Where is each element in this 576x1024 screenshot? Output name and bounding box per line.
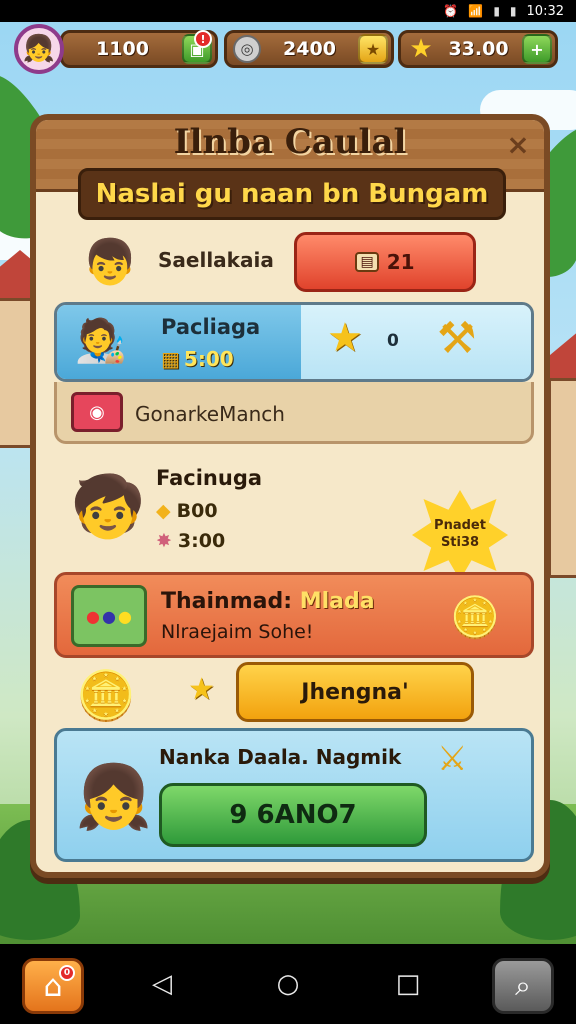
painter-character-icon: 🧑‍🎨: [74, 316, 128, 365]
treasure-chest-icon: ● ● ●: [71, 585, 147, 647]
reward-claim-button[interactable]: 9 6ANO7: [159, 783, 427, 847]
golden-sword-icon: ⚔: [437, 739, 468, 779]
boy-with-bag-character-icon: 🧒: [70, 471, 146, 542]
row3-title: Facinuga: [156, 466, 263, 490]
top-hud: 1100 ▣ ! ◎ 2400 ★ ★ 33.00 + 👧: [10, 24, 566, 74]
notification-badge: !: [194, 30, 212, 48]
row1-button[interactable]: ▤ 21: [294, 232, 476, 292]
add-resource-3-button[interactable]: +: [522, 34, 552, 64]
battery-icon: ▮: [509, 4, 517, 18]
panel-title: Ilnba Caulal: [173, 122, 407, 162]
recent-apps-button[interactable]: □: [388, 964, 428, 1004]
search-settings-button[interactable]: ⌕: [492, 958, 554, 1014]
status-time: 10:32: [526, 3, 564, 19]
add-resource-1-button[interactable]: ▣ !: [182, 30, 212, 64]
resource-1-value: 1100: [96, 38, 149, 60]
row3-value-2: ✸ 3:00: [156, 530, 226, 552]
add-resource-2-button[interactable]: ★: [358, 34, 388, 64]
ticket-icon: ▤: [355, 252, 379, 272]
subtitle-banner: Naslai gu naan bn Bungam: [78, 168, 506, 220]
home-button[interactable]: ⌂ 0: [22, 958, 84, 1014]
star-icon: ★: [365, 39, 381, 59]
row1-label: Saellakaia: [158, 248, 274, 272]
back-button[interactable]: ◁: [142, 964, 182, 1004]
gold-bars-icon: ▦: [161, 347, 180, 371]
system-home-button[interactable]: ○: [268, 964, 308, 1004]
signal-icon: ▮: [493, 4, 500, 18]
treasure-title: Thainmad: Mlada: [161, 589, 375, 614]
starburst-line-2: Sti38: [440, 535, 480, 550]
player-avatar[interactable]: 👧: [14, 24, 64, 74]
gold-coins-character-icon: 🪙: [76, 667, 136, 724]
star-count: 0: [387, 331, 399, 351]
package-card[interactable]: 🧑‍🎨 Pacliaga ▦ 5:00 ★ 0 ⚒: [54, 302, 534, 382]
girl-character-icon: 👧: [75, 760, 153, 833]
starburst-line-1: Pnadet: [434, 518, 486, 534]
search-icon: ⌕: [515, 969, 531, 1002]
row3-value-1: ◆ B00: [156, 500, 218, 522]
package-value: ▦ 5:00: [161, 347, 234, 371]
alarm-icon: ⏰: [443, 4, 459, 18]
star-icon: ★: [188, 672, 215, 707]
player-face-icon: 👧: [22, 34, 56, 64]
gold-star-icon: ★: [409, 34, 433, 64]
treasure-card[interactable]: ● ● ● Thainmad: Mlada Nlraejaim Sohe! 🪙: [54, 572, 534, 658]
resource-bar-1: 1100 ▣ !: [60, 30, 218, 68]
panel-subtitle: Naslai gu naan bn Bungam: [95, 179, 489, 209]
ticket-icon: ◉: [71, 392, 123, 432]
golden-hammer-icon: ⚒: [437, 313, 477, 364]
recent-square-icon: □: [395, 969, 421, 999]
resource-3-value: 33.00: [448, 38, 509, 60]
pink-gem-icon: ✸: [156, 530, 172, 552]
package-strip[interactable]: ◉ GonarkeManch: [54, 382, 534, 444]
resource-2-value: 2400: [283, 38, 336, 60]
resource-bar-2: ◎ 2400 ★: [224, 30, 394, 68]
row5-button[interactable]: Jhengna': [236, 662, 474, 722]
status-bar: ⏰ 📶 ▮ ▮ 10:32: [0, 0, 576, 22]
home-circle-icon: ○: [276, 969, 300, 999]
resource-bar-3: ★ 33.00 +: [398, 30, 558, 68]
gold-gem-icon: ◆: [156, 500, 171, 522]
wifi-icon: 📶: [468, 4, 484, 18]
package-title: Pacliaga: [161, 315, 261, 339]
row1-button-value: 21: [386, 250, 415, 274]
bottom-nav-bar: ⌂ 0 ◁ ○ □ ⌕: [0, 944, 576, 1024]
package-strip-text: GonarkeManch: [135, 402, 285, 426]
gold-bar-icon: 🪙: [450, 594, 500, 641]
close-button[interactable]: ×: [502, 128, 534, 161]
plus-icon: +: [530, 39, 544, 59]
silver-coin-icon: ◎: [233, 35, 261, 63]
reward-card: 👧 Nanka Daala. Nagmik ⚔ 9 6ANO7: [54, 728, 534, 862]
home-notification-badge: 0: [59, 965, 75, 981]
boy-character-icon: 👦: [82, 237, 138, 288]
back-triangle-icon: ◁: [152, 969, 172, 999]
reward-title: Nanka Daala. Nagmik: [159, 745, 402, 769]
star-icon: ★: [327, 315, 363, 361]
event-panel: Ilnba Caulal × Naslai gu naan bn Bungam …: [30, 114, 550, 878]
treasure-subtitle: Nlraejaim Sohe!: [161, 621, 314, 643]
offer-starburst-badge[interactable]: Pnadet Sti38: [412, 490, 508, 580]
